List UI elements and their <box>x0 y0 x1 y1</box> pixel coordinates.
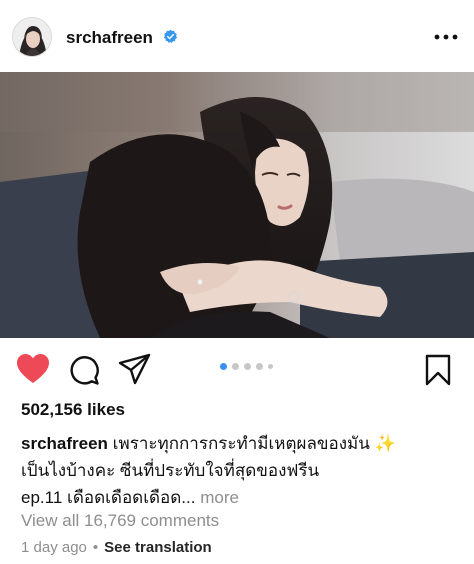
carousel-dot <box>268 364 273 369</box>
caption-text-truncated: ep.11 เดือดเดือดเดือด... <box>21 488 196 507</box>
verified-badge-icon <box>163 29 178 43</box>
caption-line-2: เป็นไงบ้างคะ ซีนที่ประทับใจที่สุดของฟรีน <box>21 461 320 480</box>
share-icon[interactable] <box>118 353 151 385</box>
carousel-indicator <box>220 363 273 370</box>
comment-icon[interactable] <box>68 354 100 386</box>
action-bar <box>0 338 474 400</box>
post-timestamp: 1 day ago <box>21 539 87 556</box>
post-meta: 1 day ago • See translation <box>21 539 212 556</box>
more-options-icon[interactable] <box>433 29 459 45</box>
caption-text: เพราะทุกการกระทำมีเหตุผลของมัน ✨ <box>112 434 396 453</box>
post-header: srchafreen <box>0 0 474 72</box>
see-translation-link[interactable]: See translation <box>104 539 212 556</box>
carousel-dot <box>244 363 251 370</box>
like-count[interactable]: 502,156 likes <box>21 400 125 420</box>
carousel-dot <box>256 363 263 370</box>
username[interactable]: srchafreen <box>66 28 153 48</box>
post-photo[interactable] <box>0 72 474 338</box>
caption: srchafreen เพราะทุกการกระทำมีเหตุผลของมั… <box>21 430 461 511</box>
meta-separator: • <box>92 539 99 556</box>
caption-line-3: ep.11 เดือดเดือดเดือด... more <box>21 484 461 511</box>
carousel-dot <box>220 363 227 370</box>
avatar[interactable] <box>12 17 52 57</box>
caption-line-1: srchafreen เพราะทุกการกระทำมีเหตุผลของมั… <box>21 430 461 457</box>
view-all-comments-link[interactable]: View all 16,769 comments <box>21 511 219 531</box>
caption-username[interactable]: srchafreen <box>21 434 108 453</box>
heart-icon[interactable] <box>16 353 50 385</box>
carousel-dot <box>232 363 239 370</box>
bookmark-icon[interactable] <box>424 354 452 386</box>
caption-more-link[interactable]: more <box>200 488 239 507</box>
